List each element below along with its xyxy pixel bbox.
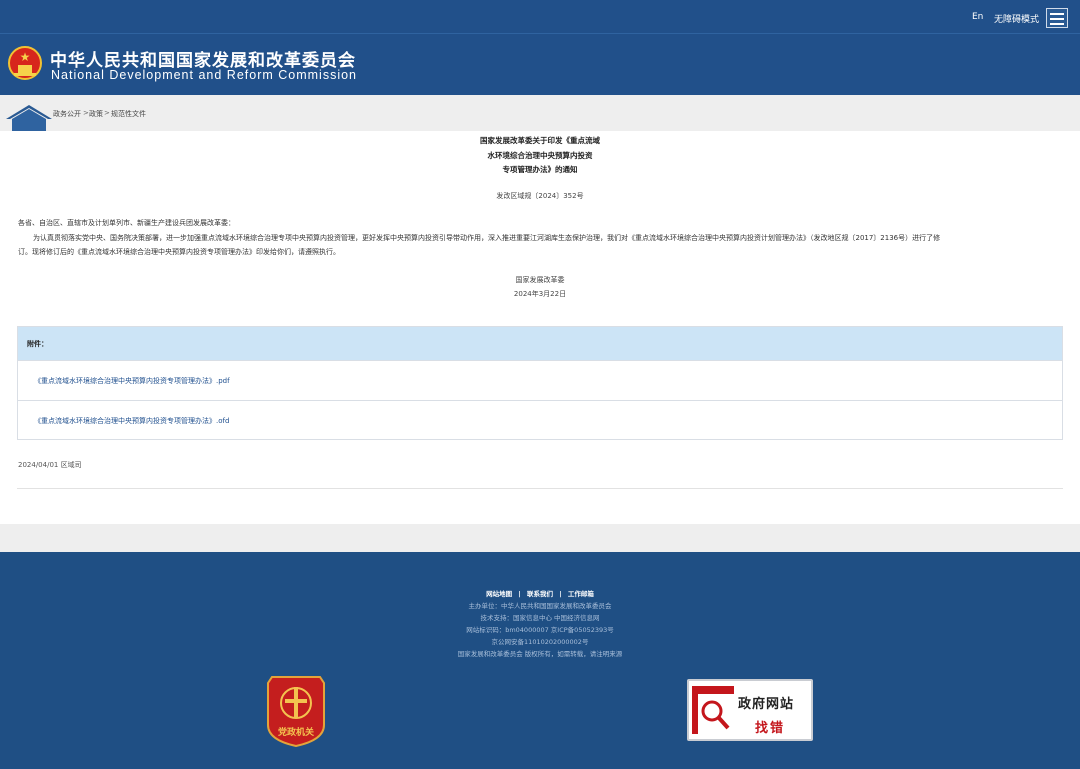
footer-link-contact[interactable]: 联系我们 <box>527 590 553 598</box>
article-salutation: 各省、自治区、直辖市及计划单列市、新疆生产建设兵团发展改革委： <box>18 219 235 227</box>
party-government-badge-icon[interactable]: 党政机关 <box>266 675 326 747</box>
signature-date: 2024年3月22日 <box>513 290 567 298</box>
attachment-link-pdf[interactable]: 《重点流域水环境综合治理中央预算内投资专项管理办法》.pdf <box>34 376 230 386</box>
top-utility-bar: En 无障碍模式 <box>0 0 1080 34</box>
footer-link-separator: | <box>518 590 521 598</box>
breadcrumb-separator: > <box>104 109 110 117</box>
national-emblem-icon[interactable]: ★ <box>8 46 42 80</box>
party-badge-text: 党政机关 <box>278 726 314 738</box>
article-body-line-2: 订。现将修订后的《重点流域水环境综合治理中央预算内投资专项管理办法》印发给你们，… <box>18 248 340 256</box>
attachment-link-ofd[interactable]: 《重点流域水环境综合治理中央预算内投资专项管理办法》.ofd <box>34 416 229 426</box>
footer-link-separator: | <box>559 590 562 598</box>
breadcrumb-separator: > <box>83 109 89 117</box>
footer-copyright: 国家发展和改革委员会 版权所有，如需转载，请注明来源 <box>457 650 623 658</box>
breadcrumb-item-policy[interactable]: 政策 <box>89 109 103 119</box>
footer-host: 主办单位：中华人民共和国国家发展和改革委员会 <box>468 602 612 610</box>
article-title-line-3: 专项管理办法》的通知 <box>502 165 578 174</box>
publish-info: 2024/04/01 区域司 <box>18 461 82 469</box>
gov-badge-title: 政府网站 <box>738 697 795 712</box>
breadcrumb: 政务公开 > 政策 > 规范性文件 <box>0 103 1080 131</box>
footer-links: 网站地图 | 联系我们 | 工作邮箱 <box>0 588 1080 598</box>
accessibility-mode-link[interactable]: 无障碍模式 <box>994 12 1039 25</box>
footer-icp: 网站标识码：bm04000007 京ICP备05052393号 <box>466 626 614 634</box>
attachments-header: 附件： <box>18 327 1062 360</box>
article-title-line-1: 国家发展改革委关于印发《重点流域 <box>480 136 600 145</box>
footer-police-record: 京公网安备11010202000002号 <box>491 638 589 646</box>
document-number: 发改区域规〔2024〕352号 <box>496 192 584 200</box>
english-version-link[interactable]: En <box>972 12 983 22</box>
site-header: ★ 中华人民共和国国家发展和改革委员会 National Development… <box>0 34 1080 95</box>
signature-organization: 国家发展改革委 <box>515 276 565 284</box>
home-icon[interactable] <box>4 103 54 133</box>
footer-tech-support: 技术支持：国家信息中心 中国经济信息网 <box>480 614 600 622</box>
footer-link-email[interactable]: 工作邮箱 <box>568 590 594 598</box>
article-title-line-2: 水环境综合治理中央预算内投资 <box>487 151 593 160</box>
gov-website-report-error-badge[interactable]: 政府网站 找错 <box>687 679 813 741</box>
attachment-row: 《重点流域水环境综合治理中央预算内投资专项管理办法》.pdf <box>18 360 1062 400</box>
footer-link-sitemap[interactable]: 网站地图 <box>486 590 512 598</box>
site-footer: 网站地图 | 联系我们 | 工作邮箱 主办单位：中华人民共和国国家发展和改革委员… <box>0 552 1080 769</box>
menu-icon[interactable] <box>1046 8 1068 28</box>
attachment-row: 《重点流域水环境综合治理中央预算内投资专项管理办法》.ofd <box>18 400 1062 440</box>
magnifier-icon <box>692 686 734 734</box>
attachments-label: 附件： <box>27 340 48 348</box>
site-title-en[interactable]: National Development and Reform Commissi… <box>51 68 357 82</box>
breadcrumb-item-gov-affairs[interactable]: 政务公开 <box>53 109 81 119</box>
gov-badge-subtitle: 找错 <box>755 721 786 736</box>
article-body-line-1: 为认真贯彻落实党中央、国务院决策部署，进一步加强重点流域水环境综合治理专项中央预… <box>33 234 941 242</box>
divider <box>17 488 1063 489</box>
breadcrumb-item-normative-docs[interactable]: 规范性文件 <box>111 109 146 119</box>
attachments-box: 附件： 《重点流域水环境综合治理中央预算内投资专项管理办法》.pdf 《重点流域… <box>17 326 1063 440</box>
